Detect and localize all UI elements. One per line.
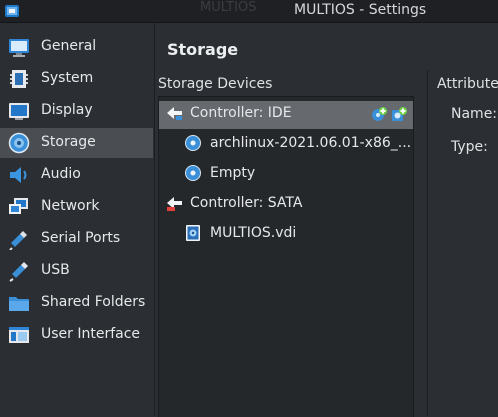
sidebar-item-label: User Interface [41,326,141,342]
ide-controller-icon [167,107,182,120]
window-title: MULTIOS - Settings [294,2,427,18]
sidebar-item-label: Shared Folders [41,294,146,310]
sidebar-item-serial-ports[interactable]: Serial Ports [0,224,153,254]
sidebar-item-audio[interactable]: Audio [0,160,153,190]
audio-icon [10,167,27,183]
sidebar-item-label: System [41,70,94,86]
tree-item-empty-drive[interactable]: Empty [159,161,413,189]
serial-ports-icon [9,231,27,250]
display-icon [9,103,29,120]
virtualbox-app-icon [5,5,19,17]
sidebar-item-network[interactable]: Network [0,192,153,222]
optical-disk-icon [185,135,201,151]
sidebar-item-label: Serial Ports [41,230,121,246]
general-icon [9,39,29,57]
tree-item-hard-disk[interactable]: MULTIOS.vdi [159,221,413,249]
shared-folders-icon [9,297,29,311]
attributes-title: Attributes [437,76,498,92]
tree-item-label: Controller: IDE [190,105,292,121]
add-hard-disk-icon[interactable] [391,106,407,122]
sidebar-item-storage[interactable]: Storage [0,128,153,158]
sidebar-item-label: Display [41,102,93,118]
system-icon [10,70,28,88]
attributes-panel: Attributes Name: Type: [427,70,498,416]
sata-controller-icon [167,197,182,211]
storage-devices-tree[interactable]: Controller: IDE archlinux-2021.06.01-x86… [158,96,414,417]
tree-item-controller-sata[interactable]: Controller: SATA [159,191,413,219]
page-title: Storage [167,40,239,59]
tree-item-controller-ide[interactable]: Controller: IDE [159,101,413,129]
storage-icon [8,132,30,154]
storage-devices-label: Storage Devices [158,76,273,92]
sidebar-item-label: Audio [41,166,81,182]
sidebar-item-shared-folders[interactable]: Shared Folders [0,288,153,318]
sidebar-item-label: Network [41,198,100,214]
sidebar-item-label: General [41,38,97,54]
user-interface-icon [9,327,29,343]
sidebar-item-user-interface[interactable]: User Interface [0,320,153,350]
network-icon [9,198,28,214]
sidebar-item-label: Storage [41,134,96,150]
sidebar-item-usb[interactable]: USB [0,256,153,286]
sidebar-item-display[interactable]: Display [0,96,153,126]
settings-sidebar: General System Display Storage Audio Net… [0,23,155,416]
tree-item-label: archlinux-2021.06.01-x86_... [210,135,412,151]
add-optical-drive-icon[interactable] [371,106,387,122]
tree-item-label: Empty [210,165,256,181]
name-label: Name: [451,106,498,122]
sidebar-item-label: USB [41,262,70,278]
type-label: Type: [451,139,488,155]
tree-item-optical-disk[interactable]: archlinux-2021.06.01-x86_... [159,131,413,159]
tree-item-label: Controller: SATA [190,195,303,211]
window-title-shadow: MULTIOS [200,0,257,15]
title-bar: MULTIOS MULTIOS - Settings [0,0,498,23]
tree-item-label: MULTIOS.vdi [210,225,297,241]
optical-disk-icon [185,165,201,181]
sidebar-item-general[interactable]: General [0,32,153,62]
usb-icon [9,262,28,282]
sidebar-item-system[interactable]: System [0,64,153,94]
hard-disk-icon [186,225,200,241]
